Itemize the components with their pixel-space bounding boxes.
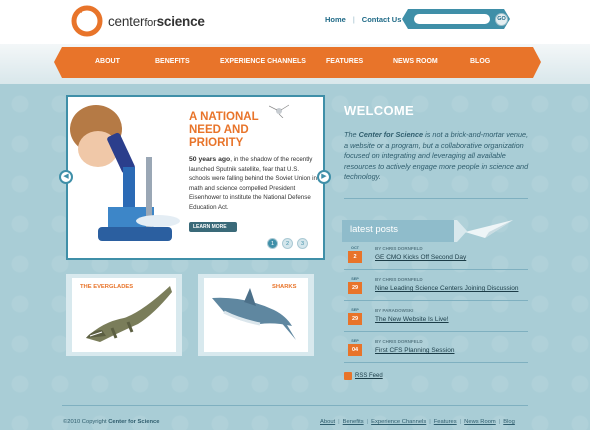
paper-plane-icon (465, 220, 513, 238)
contact-us-link[interactable]: Contact Us (362, 15, 402, 24)
post-title-link[interactable]: Nine Leading Science Centers Joining Dis… (375, 285, 518, 292)
footer-divider (62, 405, 528, 406)
slider-prev-button[interactable]: ◀ (59, 170, 73, 184)
pager-dot-3[interactable]: 3 (297, 238, 308, 249)
microscope-boy-image (68, 97, 188, 258)
post-author: By CHRIS DORNFELD (375, 339, 423, 344)
separator: | (352, 15, 355, 24)
nav-about[interactable]: ABOUT (95, 58, 120, 65)
main-nav: ABOUT BENEFITS EXPERIENCE CHANNELS FEATU… (54, 47, 541, 78)
divider (344, 362, 528, 363)
post-author: By CHRIS DORNFELD (375, 277, 423, 282)
welcome-title: WELCOME (344, 103, 414, 118)
separator: | (338, 419, 340, 425)
divider (344, 300, 528, 301)
satellite-icon (269, 104, 289, 118)
post-item: OCT 2 By CHRIS DORNFELD GE CMO Kicks Off … (348, 245, 528, 270)
posts-title: latest posts (350, 224, 399, 235)
copyright: ©2010 Copyright Center for Science (63, 419, 160, 425)
home-link[interactable]: Home (325, 15, 346, 24)
site-logo[interactable]: centerforscience (70, 4, 205, 40)
footer-link-features[interactable]: Features (434, 419, 457, 425)
card-title: THE EVERGLADES (80, 284, 134, 290)
divider (344, 331, 528, 332)
post-author: By PARADOWSKI (375, 308, 414, 313)
nav-news-room[interactable]: NEWS ROOM (393, 58, 438, 65)
post-title-link[interactable]: GE CMO Kicks Off Second Day (375, 254, 466, 261)
post-date: SEP 04 (348, 338, 362, 356)
rss-icon (344, 372, 352, 380)
separator: | (366, 419, 369, 425)
separator: | (429, 419, 431, 425)
search-input[interactable] (414, 14, 490, 24)
nav-features[interactable]: FEATURES (326, 58, 363, 65)
separator: | (498, 419, 501, 425)
post-item: SEP 29 By PARADOWSKI The New Website Is L… (348, 307, 528, 332)
hero-text: 50 years ago, in the shadow of the recen… (189, 156, 317, 211)
slider-next-button[interactable]: ▶ (317, 170, 331, 184)
card-sharks[interactable]: SHARKS (198, 274, 314, 356)
search-go-button[interactable]: GO (495, 13, 508, 26)
welcome-text: The Center for Science is not a brick-an… (344, 130, 529, 181)
pager-dot-1[interactable]: 1 (267, 238, 278, 249)
pager-dot-2[interactable]: 2 (282, 238, 293, 249)
post-item: SEP 29 By CHRIS DORNFELD Nine Leading Sci… (348, 276, 528, 301)
learn-more-button[interactable]: LEARN MORE (189, 222, 237, 232)
footer-link-experience-channels[interactable]: Experience Channels (371, 419, 426, 425)
footer-link-about[interactable]: About (320, 419, 335, 425)
logo-icon (71, 5, 103, 37)
nav-experience-channels[interactable]: EXPERIENCE CHANNELS (220, 58, 306, 65)
footer-link-benefits[interactable]: Benefits (343, 419, 364, 425)
card-everglades[interactable]: THE EVERGLADES (66, 274, 182, 356)
post-date: OCT 2 (348, 245, 362, 263)
nav-benefits[interactable]: BENEFITS (155, 58, 190, 65)
card-title: SHARKS (272, 284, 297, 290)
post-date: SEP 29 (348, 307, 362, 325)
footer-links: About | Benefits | Experience Channels | Featu… (320, 419, 515, 425)
search-box: GO (402, 9, 510, 29)
post-item: SEP 04 By CHRIS DORNFELD First CFS Planni… (348, 338, 528, 363)
rss-feed-link[interactable]: RSS Feed (355, 373, 383, 379)
separator: | (459, 419, 462, 425)
nav-blog[interactable]: BLOG (470, 58, 490, 65)
post-title-link[interactable]: The New Website Is Live! (375, 316, 449, 323)
post-date: SEP 29 (348, 276, 362, 294)
divider (344, 269, 528, 270)
post-title-link[interactable]: First CFS Planning Session (375, 347, 454, 354)
top-links: Home | Contact Us (325, 15, 401, 24)
hero-slider: A NATIONAL NEED AND PRIORITY 50 years ag… (66, 95, 325, 260)
footer-link-blog[interactable]: Blog (503, 419, 515, 425)
divider (344, 198, 528, 199)
logo-text: centerforscience (108, 14, 205, 29)
post-author: By CHRIS DORNFELD (375, 246, 423, 251)
footer-link-news-room[interactable]: News Room (464, 419, 496, 425)
